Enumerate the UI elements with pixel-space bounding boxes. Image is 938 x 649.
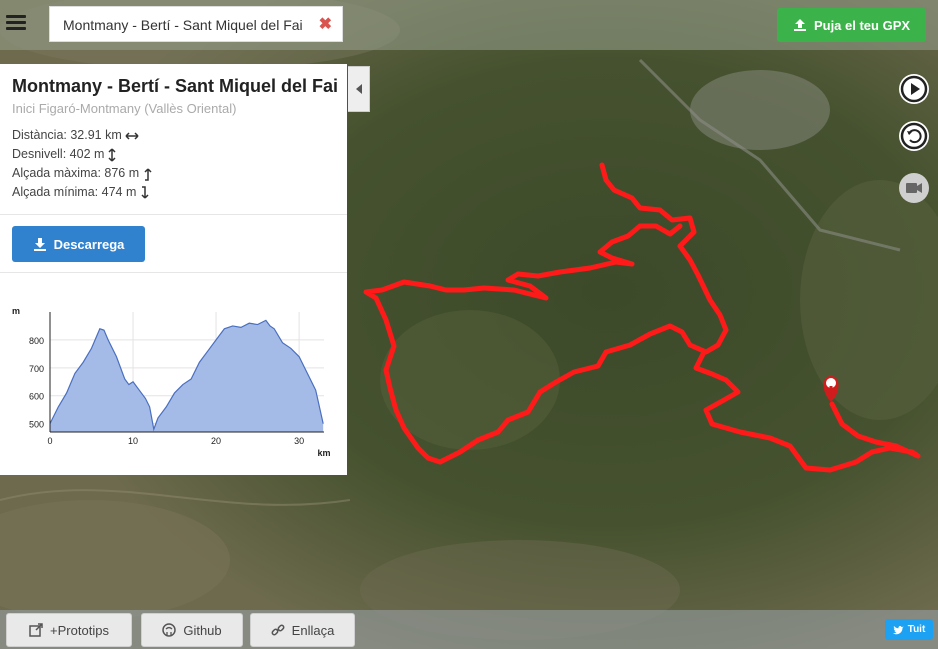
github-icon <box>162 623 177 637</box>
upload-gpx-button[interactable]: Puja el teu GPX <box>777 8 926 42</box>
arrows-horizontal-icon <box>125 131 139 140</box>
github-button[interactable]: Github <box>141 613 243 647</box>
panel-divider <box>0 214 347 215</box>
route-subtitle: Inici Figaró-Montmany (Vallès Oriental) <box>12 101 237 116</box>
x-axis-label: km <box>317 448 330 458</box>
external-link-icon <box>29 623 43 637</box>
y-axis-label: m <box>12 306 20 316</box>
stat-min-altitude: Alçada mínima: 474 m <box>12 183 152 202</box>
stat-max-altitude-label: Alçada màxima: 876 m <box>12 166 140 180</box>
y-tick-label: 700 <box>29 364 44 374</box>
arrow-up-icon <box>144 167 152 181</box>
stat-min-altitude-label: Alçada mínima: 474 m <box>12 185 137 199</box>
route-tab[interactable]: Montmany - Bertí - Sant Miquel del Fai ✖ <box>49 6 343 42</box>
elevation-profile-chart[interactable]: 500 600 700 800 0 10 20 30 m km <box>4 300 340 460</box>
video-button[interactable] <box>899 173 929 203</box>
elevation-area <box>50 320 324 432</box>
x-tick-label: 30 <box>294 436 304 446</box>
route-info-panel: Montmany - Bertí - Sant Miquel del Fai I… <box>0 64 347 475</box>
prototips-button[interactable]: +Prototips <box>6 613 132 647</box>
y-tick-label: 500 <box>29 420 44 430</box>
stat-elevation-gain: Desnivell: 402 m <box>12 145 152 164</box>
tweet-label: Tuit <box>907 624 926 635</box>
download-icon <box>33 238 46 251</box>
close-icon[interactable]: ✖ <box>319 14 332 34</box>
chevron-left-icon <box>355 84 362 94</box>
link-label: Enllaça <box>291 622 335 638</box>
play-icon <box>900 75 928 103</box>
twitter-icon <box>892 625 904 634</box>
play-button[interactable] <box>899 74 929 104</box>
download-label: Descarrega <box>53 236 125 252</box>
tweet-button[interactable]: Tuit <box>885 619 933 640</box>
collapse-panel-button[interactable] <box>348 66 370 112</box>
stat-max-altitude: Alçada màxima: 876 m <box>12 164 152 183</box>
stat-elevation-label: Desnivell: 402 m <box>12 147 105 161</box>
stat-distance-label: Distància: 32.91 km <box>12 128 122 142</box>
link-button[interactable]: Enllaça <box>250 613 355 647</box>
upload-gpx-label: Puja el teu GPX <box>813 17 911 33</box>
route-tab-title: Montmany - Bertí - Sant Miquel del Fai <box>63 17 303 33</box>
prototips-label: +Prototips <box>50 622 109 638</box>
route-title: Montmany - Bertí - Sant Miquel del Fai <box>12 76 339 96</box>
menu-icon[interactable] <box>6 12 26 34</box>
route-stats: Distància: 32.91 km Desnivell: 402 m Alç… <box>12 126 152 202</box>
stat-distance: Distància: 32.91 km <box>12 126 152 145</box>
panel-divider-2 <box>0 272 347 273</box>
upload-icon <box>793 19 806 31</box>
link-icon <box>271 624 285 636</box>
arrows-vertical-icon <box>108 147 116 162</box>
y-tick-label: 800 <box>29 336 44 346</box>
x-tick-label: 20 <box>211 436 221 446</box>
x-tick-label: 10 <box>128 436 138 446</box>
y-tick-label: 600 <box>29 392 44 402</box>
arrow-down-icon <box>141 185 149 199</box>
reset-button[interactable] <box>899 121 929 151</box>
github-label: Github <box>183 622 222 638</box>
download-button[interactable]: Descarrega <box>12 226 145 262</box>
reset-icon <box>900 122 928 150</box>
x-tick-label: 0 <box>47 436 52 446</box>
video-camera-icon <box>906 183 922 193</box>
